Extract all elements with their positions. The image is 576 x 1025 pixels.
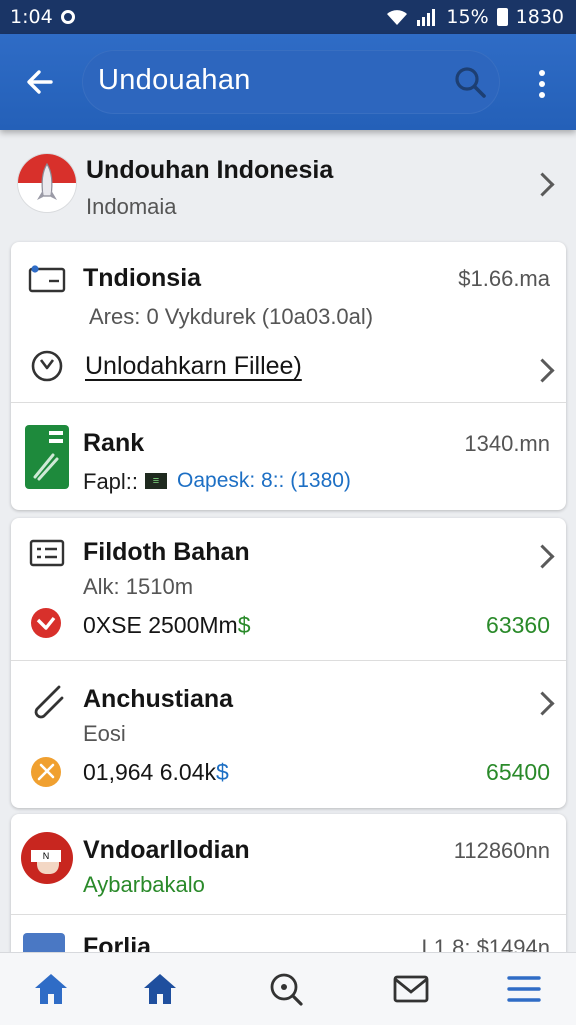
transaction-amount: 63360 (486, 612, 550, 638)
transaction-row[interactable]: Anchustiana Eosi 01,964 6.04k$ 65400 (11, 661, 566, 808)
flag-avatar (18, 154, 76, 212)
user-amount: 112860nn (453, 838, 550, 863)
rank-title: Rank (83, 429, 145, 457)
chevron-right-icon (530, 172, 555, 197)
account-detail: Ares: 0 Vykdurek (10a03.0al) (89, 304, 374, 329)
transaction-title: Fildoth Bahan (83, 538, 250, 566)
user-title: Vndoarllodian (83, 836, 250, 864)
battery-icon (496, 8, 508, 26)
rank-label: Fapl:: (83, 469, 139, 494)
bottom-navigation (0, 952, 576, 1025)
status-left: 1:04 (10, 6, 75, 28)
transaction-subtitle: Alk: 1510m (83, 574, 194, 599)
alert-icon (31, 608, 61, 638)
timer-icon (31, 350, 63, 382)
back-button[interactable] (16, 58, 64, 106)
transaction-amount: 65400 (486, 759, 550, 785)
card-primary: Tndionsia $1.66.ma Ares: 0 Vykdurek (10a… (11, 242, 566, 510)
nav-home[interactable] (29, 967, 73, 1011)
notification-icon (60, 10, 75, 24)
mail-icon (393, 975, 429, 1003)
account-amount: $1.66.ma (458, 266, 550, 291)
user-row[interactable]: N Vndoarllodian 112860nn Aybarbakalo (11, 814, 566, 914)
transaction-title: Anchustiana (83, 685, 234, 713)
wifi-icon (387, 10, 408, 25)
transaction-row[interactable]: Fildoth Bahan Alk: 1510m 0XSE 2500Mm$ 63… (11, 518, 566, 660)
account-title: Tndionsia (83, 264, 202, 292)
transaction-value: 01,964 6.04k$ (83, 759, 229, 785)
transaction-subtitle: Eosi (83, 721, 126, 746)
menu-icon (507, 976, 541, 1002)
search-query: Undouahan (98, 64, 251, 96)
user-avatar: N (21, 832, 73, 884)
rank-amount: 1340.mn (464, 431, 550, 456)
rank-value: Oapesk: 8:: (1380) (177, 469, 351, 492)
home-filled-icon (144, 974, 176, 1004)
rank-row[interactable]: Rank 1340.mn Fapl:: ≡ Oapesk: 8:: (1380) (11, 403, 566, 510)
download-file-row[interactable]: Unlodahkarn Fillee) (11, 338, 566, 402)
status-bar: 1:04 15% 1830 (0, 0, 576, 34)
attachment-icon (34, 685, 64, 719)
chevron-right-icon (530, 691, 555, 716)
search-icon[interactable] (452, 64, 488, 100)
nav-menu[interactable] (502, 967, 546, 1011)
list-card-icon (29, 539, 65, 567)
tools-icon (31, 757, 61, 787)
download-file-link[interactable]: Unlodahkarn Fillee) (85, 352, 302, 381)
tag-icon: ≡ (145, 473, 167, 489)
status-time: 1:04 (10, 6, 53, 28)
status-clock: 1830 (515, 6, 564, 28)
status-right: 15% 1830 (386, 6, 564, 28)
transaction-value: 0XSE 2500Mm$ (83, 612, 251, 638)
search-input[interactable]: Undouahan (82, 50, 500, 114)
arrow-left-icon (27, 70, 53, 94)
signal-icon (417, 9, 436, 26)
header-subtitle: Indomaia (86, 194, 177, 219)
chevron-right-icon (530, 544, 555, 569)
sheet-app-icon (25, 425, 69, 489)
header-list-item[interactable]: Undouhan Indonesia Indomaia (0, 140, 576, 236)
rocket-icon (37, 162, 57, 200)
user-subtitle: Aybarbakalo (83, 872, 205, 897)
header-title: Undouhan Indonesia (86, 156, 334, 184)
nav-search[interactable] (264, 967, 308, 1011)
app-bar: Undouahan (0, 34, 576, 130)
card-transactions: Fildoth Bahan Alk: 1510m 0XSE 2500Mm$ 63… (11, 518, 566, 808)
home-icon (35, 974, 67, 1004)
nav-mail[interactable] (389, 967, 433, 1011)
chevron-right-icon (530, 358, 555, 383)
wallet-card-icon (28, 265, 66, 293)
nav-home-filled[interactable] (138, 967, 182, 1011)
avatar-badge: N (31, 850, 61, 862)
more-vert-icon[interactable] (522, 60, 562, 108)
battery-percent: 15% (446, 6, 489, 28)
search-zoom-icon (270, 973, 303, 1006)
